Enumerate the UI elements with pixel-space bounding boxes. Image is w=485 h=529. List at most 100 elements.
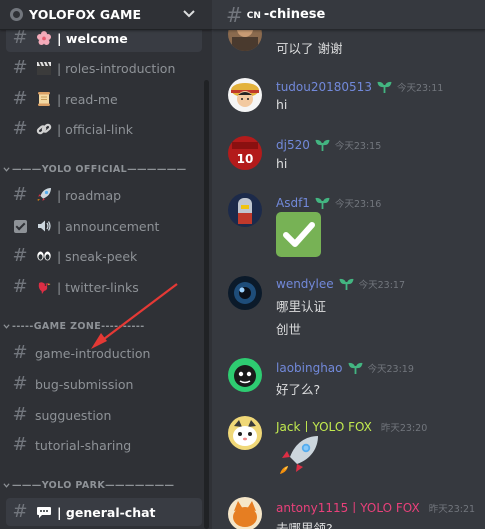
- sprout-badge-icon: [315, 197, 330, 209]
- bird-icon: [35, 278, 53, 296]
- channel-name: | general-chat: [57, 504, 156, 520]
- channel-name: | roles-introduction: [57, 60, 176, 76]
- message-header: laobinghao 今天23:19: [276, 360, 414, 375]
- category-name: ———YOLO OFFICIAL——————: [12, 163, 187, 175]
- sprout-badge-icon: [377, 81, 392, 93]
- text-channel-icon: #: [12, 501, 28, 522]
- announcement-channel-icon: [14, 219, 27, 233]
- message-text: 哪里认证: [276, 299, 327, 314]
- chevron-down-icon: [3, 166, 10, 172]
- category-name: ———YOLO PARK———————: [12, 479, 175, 491]
- message-header: wendylee 今天23:17: [276, 276, 405, 291]
- message-header: dj520 今天23:15: [276, 137, 381, 152]
- message-text: hi: [276, 156, 288, 171]
- text-channel-icon: #: [12, 342, 28, 363]
- text-channel-icon: #: [12, 373, 28, 394]
- channel-name: game-introduction: [35, 345, 151, 361]
- channel-read-me[interactable]: # | read-me: [6, 85, 202, 113]
- channel-name: sugguestion: [35, 407, 112, 423]
- timestamp: 今天23:16: [334, 198, 382, 210]
- channel-twitter-links[interactable]: # | twitter-links: [6, 273, 202, 301]
- channel-name: tutorial-sharing: [35, 437, 132, 453]
- timestamp: 昨天23:20: [380, 422, 428, 434]
- avatar[interactable]: [228, 358, 262, 392]
- category-yolo-park[interactable]: ———YOLO PARK———————: [0, 477, 212, 493]
- message-text: hi: [276, 97, 288, 112]
- text-channel-icon: #: [12, 57, 28, 78]
- author-name[interactable]: laobinghao: [276, 361, 343, 375]
- author-name[interactable]: antony1115丨YOLO FOX: [276, 499, 420, 516]
- category-yolo-official[interactable]: ———YOLO OFFICIAL——————: [0, 161, 212, 177]
- timestamp: 今天23:11: [396, 82, 444, 94]
- channel-name: | read-me: [57, 91, 118, 107]
- channel-name: | welcome: [57, 30, 128, 46]
- channel-sidebar: YOLOFOX GAME # | welcome # | roles-intro…: [0, 0, 212, 529]
- category-name: -----GAME ZONE----------: [12, 320, 145, 332]
- avatar[interactable]: [228, 276, 262, 310]
- channel-tutorial-sharing[interactable]: # tutorial-sharing: [6, 431, 202, 459]
- channel-name: | announcement: [57, 218, 160, 234]
- chevron-down-icon: [3, 482, 10, 488]
- channel-name: | roadmap: [57, 187, 122, 203]
- chat-panel: # CN -chinese 可以了 谢谢 tudou20180513 今天23:…: [212, 0, 485, 529]
- message-text: 可以了 谢谢: [276, 41, 343, 56]
- text-channel-icon: #: [226, 2, 243, 27]
- category-game-zone[interactable]: -----GAME ZONE----------: [0, 318, 212, 334]
- text-channel-icon: #: [12, 184, 28, 205]
- server-name: YOLOFOX GAME: [29, 7, 142, 22]
- chevron-down-icon: [3, 323, 10, 329]
- sprout-badge-icon: [339, 278, 354, 290]
- message-header: antony1115丨YOLO FOX 昨天23:21: [276, 499, 475, 516]
- server-header[interactable]: YOLOFOX GAME: [0, 0, 212, 30]
- channel-announcement[interactable]: | announcement: [6, 212, 202, 240]
- server-boost-icon: [10, 8, 23, 21]
- avatar[interactable]: [228, 497, 262, 529]
- avatar[interactable]: [228, 416, 262, 450]
- timestamp: 今天23:19: [367, 363, 414, 375]
- sprout-badge-icon: [315, 139, 330, 151]
- avatar[interactable]: [228, 193, 262, 227]
- speech-balloon-icon: [35, 503, 53, 521]
- scroll-icon: [35, 90, 53, 108]
- channel-bug-submission[interactable]: # bug-submission: [6, 370, 202, 398]
- rocket-icon: [276, 433, 321, 478]
- timestamp: 今天23:15: [334, 140, 382, 152]
- author-name[interactable]: wendylee: [276, 277, 334, 291]
- channel-name: | official-link: [57, 121, 134, 137]
- channel-sneak-peek[interactable]: # | sneak-peek: [6, 242, 202, 270]
- chevron-down-icon[interactable]: [182, 8, 196, 20]
- timestamp: 今天23:17: [358, 279, 406, 291]
- link-icon: [35, 120, 53, 138]
- message-text: 好了么?: [276, 382, 321, 397]
- svg-text:10: 10: [237, 152, 254, 166]
- channel-sugguestion[interactable]: # sugguestion: [6, 401, 202, 429]
- text-channel-icon: #: [12, 118, 28, 139]
- channel-official-link[interactable]: # | official-link: [6, 115, 202, 143]
- message-header: tudou20180513 今天23:11: [276, 79, 443, 94]
- message-text: 去哪里领?: [276, 521, 333, 529]
- author-name[interactable]: tudou20180513: [276, 80, 372, 94]
- white-check-mark-icon: [276, 212, 321, 257]
- avatar[interactable]: 10: [228, 136, 262, 170]
- channel-tag: CN: [246, 10, 261, 21]
- sidebar-scrollbar[interactable]: [204, 80, 209, 529]
- channel-name: | twitter-links: [57, 279, 139, 295]
- eyes-icon: [35, 247, 53, 265]
- channel-roadmap[interactable]: # | roadmap: [6, 181, 202, 209]
- avatar[interactable]: [228, 78, 262, 112]
- text-channel-icon: #: [12, 245, 28, 266]
- author-name[interactable]: Asdf1: [276, 196, 310, 210]
- channel-title: -chinese: [263, 7, 326, 22]
- channel-roles-introduction[interactable]: # | roles-introduction: [6, 54, 202, 82]
- channel-game-introduction[interactable]: # game-introduction: [6, 339, 202, 367]
- speaker-icon: [35, 217, 53, 235]
- sprout-badge-icon: [348, 362, 363, 374]
- text-channel-icon: #: [12, 276, 28, 297]
- text-channel-icon: #: [12, 88, 28, 109]
- channel-general-chat[interactable]: # | general-chat: [6, 498, 202, 526]
- author-name[interactable]: dj520: [276, 138, 310, 152]
- cherry-blossom-icon: [35, 29, 53, 47]
- channel-name: | sneak-peek: [57, 248, 138, 264]
- message-header: Asdf1 今天23:16: [276, 195, 381, 210]
- rocket-icon: [35, 186, 53, 204]
